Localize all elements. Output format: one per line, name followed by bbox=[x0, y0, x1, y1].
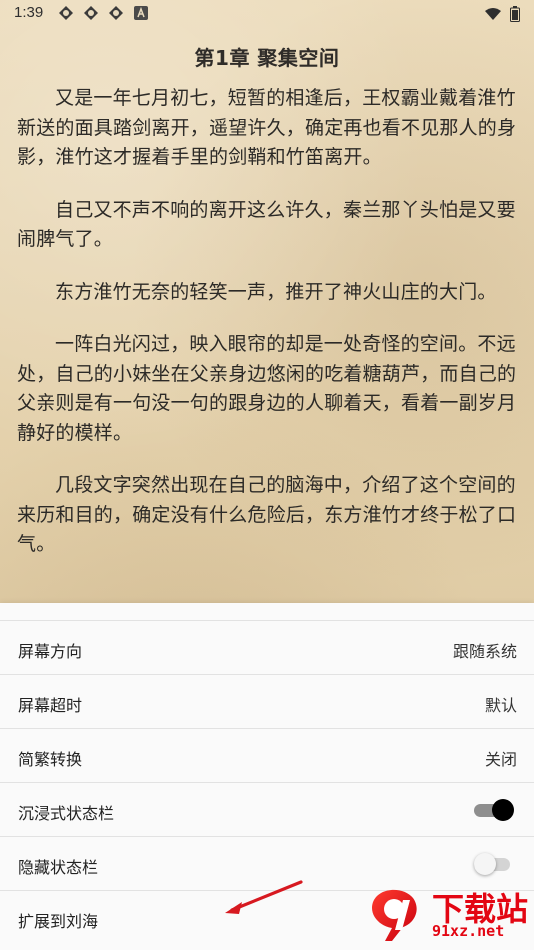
wifi-icon bbox=[484, 7, 502, 25]
immersive-status-bar-setting[interactable]: 沉浸式状态栏 bbox=[0, 783, 534, 837]
setting-value: 跟随系统 bbox=[452, 642, 517, 661]
sheet-top-edge bbox=[0, 603, 534, 621]
chapter-title: 第1章 聚集空间 bbox=[194, 46, 340, 70]
setting-label: 屏幕方向 bbox=[18, 642, 83, 661]
setting-label: 简繁转换 bbox=[18, 750, 83, 769]
battery-icon bbox=[510, 6, 520, 26]
notification-icons bbox=[58, 5, 149, 21]
screen-orientation-setting[interactable]: 屏幕方向 跟随系统 bbox=[0, 621, 534, 675]
setting-value: 默认 bbox=[484, 696, 517, 715]
system-status-icons bbox=[484, 6, 520, 26]
status-time: 1:39 bbox=[14, 4, 44, 21]
chapter-paragraph: 几段文字突然出现在自己的脑海中，介绍了这个空间的来历和目的，确定没有什么危险后，… bbox=[17, 474, 517, 555]
setting-value: 关闭 bbox=[484, 750, 517, 769]
chapter-paragraph: 自己又不声不响的离开这么许久，秦兰那丫头怕是又要闹脾气了。 bbox=[17, 198, 516, 251]
a-icon bbox=[133, 5, 149, 21]
red-arrow-annotation bbox=[225, 880, 303, 914]
chapter-content: 又是一年七月初七，短暂的相逢后，王权霸业戴着淮竹新送的面具踏剑离开，遥望许久，确… bbox=[17, 84, 517, 583]
setting-label: 屏幕超时 bbox=[18, 696, 83, 715]
chapter-paragraph: 一阵白光闪过，映入眼帘的却是一处奇怪的空间。不远处，自己的小妹坐在父亲身边悠闲的… bbox=[17, 333, 517, 444]
toggle-thumb bbox=[492, 799, 514, 821]
watermark-url: 91xz.net bbox=[432, 922, 505, 940]
setting-label: 隐藏状态栏 bbox=[18, 858, 99, 877]
setting-label: 扩展到刘海 bbox=[18, 912, 99, 931]
toggle-thumb bbox=[474, 853, 496, 875]
hide-status-bar-toggle[interactable] bbox=[474, 853, 514, 875]
download-site-watermark: 下载站 91xz.net bbox=[364, 879, 534, 950]
watermark-logo-icon bbox=[372, 889, 417, 941]
simplified-traditional-setting[interactable]: 简繁转换 关闭 bbox=[0, 729, 534, 783]
setting-label: 沉浸式状态栏 bbox=[18, 804, 115, 823]
app-icon bbox=[108, 5, 124, 21]
app-icon bbox=[83, 5, 99, 21]
chapter-paragraph: 东方淮竹无奈的轻笑一声，推开了神火山庄的大门。 bbox=[55, 280, 497, 303]
app-icon bbox=[58, 5, 74, 21]
chapter-paragraph: 又是一年七月初七，短暂的相逢后，王权霸业戴着淮竹新送的面具踏剑离开，遥望许久，确… bbox=[17, 87, 517, 168]
screen-timeout-setting[interactable]: 屏幕超时 默认 bbox=[0, 675, 534, 729]
status-bar: 1:39 bbox=[0, 0, 534, 28]
immersive-status-bar-toggle[interactable] bbox=[474, 799, 514, 821]
